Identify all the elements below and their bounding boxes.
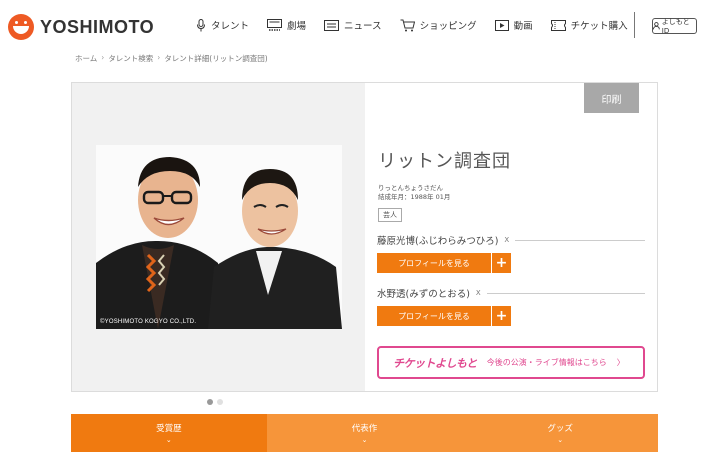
breadcrumb-talent-search[interactable]: タレント検索 <box>108 53 153 64</box>
nav-item-video[interactable]: 動画 <box>494 18 533 32</box>
formed-date: 結成年月：1988年 01月 <box>378 193 451 201</box>
breadcrumb-current: タレント詳細(リットン調査団) <box>164 54 268 63</box>
tab-awards[interactable]: 受賞歴 ⌄ <box>71 414 267 452</box>
nav-label: 劇場 <box>287 21 307 32</box>
talent-photo: ©YOSHIMOTO KOGYO CO.,LTD. <box>96 145 342 329</box>
talent-photo-image <box>96 145 342 329</box>
member-entry: 藤原光博(ふじわらみつひろ) X プロフィールを見る + <box>377 233 645 273</box>
tab-goods[interactable]: グッズ ⌄ <box>462 414 659 452</box>
theater-icon <box>267 19 283 31</box>
main-nav: タレント 劇場 ニュース ショッピング 動画 チケット購入 <box>196 18 646 32</box>
chevron-down-icon: ⌄ <box>165 436 172 444</box>
member-divider <box>515 239 645 241</box>
ticket-icon <box>550 19 566 31</box>
login-label: よしもとID <box>661 18 690 35</box>
breadcrumb: ホーム › タレント検索 › タレント詳細(リットン調査団) <box>75 53 268 64</box>
nav-label: ショッピング <box>419 21 477 32</box>
chevron-right-icon: 〉 <box>616 358 625 367</box>
member-name: 藤原光博(ふじわらみつひろ) <box>377 236 499 247</box>
user-icon <box>653 22 660 30</box>
talent-name: リットン調査団 <box>378 151 511 172</box>
logo-text: YOSHIMOTO <box>40 16 155 37</box>
ticket-banner-text: 今後の公演・ライブ情報はこちら <box>486 358 607 367</box>
talent-panel: ©YOSHIMOTO KOGYO CO.,LTD. 印刷 リットン調査団 りっと… <box>71 82 658 392</box>
photo-copyright: ©YOSHIMOTO KOGYO CO.,LTD. <box>100 319 197 325</box>
nav-label: ニュース <box>344 21 382 32</box>
view-profile-button[interactable]: プロフィールを見る + <box>377 306 511 326</box>
ticket-yoshimoto-logo: チケットよしもと <box>393 356 477 370</box>
profile-button-label: プロフィールを見る <box>377 306 491 326</box>
x-link-icon[interactable]: X <box>476 289 481 297</box>
print-button[interactable]: 印刷 <box>584 83 639 113</box>
talent-info: 印刷 リットン調査団 りっとんちょうさだん 結成年月：1988年 01月 芸人 … <box>365 83 657 391</box>
nav-label: 動画 <box>513 21 533 32</box>
tab-representative-works[interactable]: 代表作 ⌄ <box>266 414 463 452</box>
carousel-dot[interactable] <box>217 399 223 405</box>
detail-tabs: 受賞歴 ⌄ 代表作 ⌄ グッズ ⌄ <box>71 414 659 452</box>
header-divider <box>634 12 635 38</box>
cart-icon <box>400 19 415 31</box>
genre-badge: 芸人 <box>378 208 402 222</box>
member-divider <box>486 292 645 294</box>
breadcrumb-separator: › <box>157 53 161 62</box>
chevron-down-icon: ⌄ <box>557 436 564 444</box>
plus-icon: + <box>491 253 511 273</box>
member-entry: 水野透(みずのとおる) X プロフィールを見る + <box>377 286 645 326</box>
video-icon <box>494 19 509 31</box>
yoshimoto-logo[interactable]: YOSHIMOTO <box>8 14 154 40</box>
news-icon <box>324 19 340 31</box>
smile-logo-icon <box>8 14 34 40</box>
nav-item-shopping[interactable]: ショッピング <box>400 18 477 32</box>
view-profile-button[interactable]: プロフィールを見る + <box>377 253 511 273</box>
member-header: 藤原光博(ふじわらみつひろ) X <box>377 233 645 247</box>
nav-label: タレント <box>211 21 250 32</box>
plus-icon: + <box>491 306 511 326</box>
nav-item-theater[interactable]: 劇場 <box>267 18 306 32</box>
breadcrumb-home[interactable]: ホーム <box>75 53 97 64</box>
member-name: 水野透(みずのとおる) <box>377 289 470 300</box>
nav-label: チケット購入 <box>570 21 628 32</box>
chevron-down-icon: ⌄ <box>361 436 368 444</box>
nav-item-news[interactable]: ニュース <box>324 18 382 32</box>
nav-item-talent[interactable]: タレント <box>196 18 249 32</box>
photo-area: ©YOSHIMOTO KOGYO CO.,LTD. <box>72 83 365 391</box>
profile-button-label: プロフィールを見る <box>377 253 491 273</box>
x-link-icon[interactable]: X <box>504 236 509 244</box>
nav-item-ticket[interactable]: チケット購入 <box>550 18 628 32</box>
site-header: YOSHIMOTO タレント 劇場 ニュース ショッピング 動画 チケット購入 … <box>0 0 714 52</box>
tab-label: グッズ <box>547 424 573 434</box>
carousel-dots <box>207 399 227 405</box>
member-header: 水野透(みずのとおる) X <box>377 286 645 300</box>
tab-label: 代表作 <box>351 424 378 434</box>
tab-label: 受賞歴 <box>156 424 182 434</box>
microphone-icon <box>197 18 205 31</box>
carousel-dot[interactable] <box>207 399 213 405</box>
breadcrumb-separator: › <box>101 53 105 62</box>
yoshimoto-id-button[interactable]: よしもとID <box>652 18 697 35</box>
ticket-yoshimoto-banner[interactable]: チケットよしもと 今後の公演・ライブ情報はこちら 〉 <box>377 346 645 379</box>
